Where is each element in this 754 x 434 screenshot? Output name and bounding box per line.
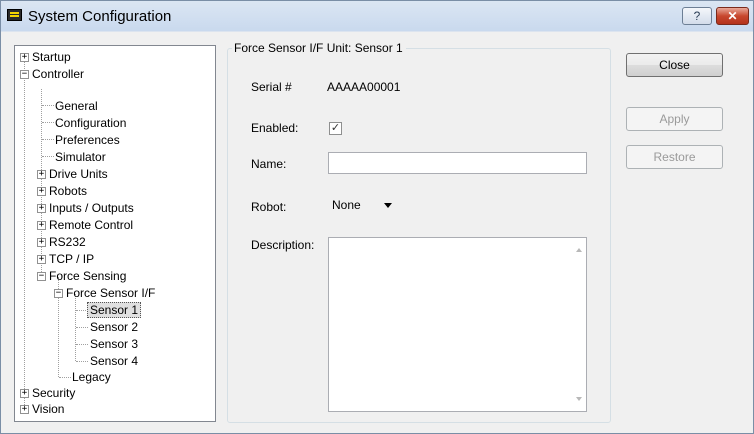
scroll-down-icon[interactable] [576, 397, 582, 401]
tree-item-label: Startup [32, 50, 71, 64]
tree-item-configuration[interactable]: Configuration [53, 115, 128, 131]
tree-item-label: Sensor 1 [87, 302, 142, 318]
expand-icon[interactable]: + [37, 204, 46, 213]
tree-line [24, 56, 25, 409]
name-label: Name: [251, 157, 287, 171]
tree-item-label: Force Sensor I/F [66, 286, 156, 300]
tree-item-preferences[interactable]: Preferences [53, 132, 122, 148]
expand-icon[interactable]: + [37, 255, 46, 264]
tree-item-label: Remote Control [49, 218, 134, 232]
collapse-icon[interactable]: − [54, 289, 63, 298]
robot-selected-value: None [332, 198, 361, 212]
name-input[interactable] [328, 152, 587, 174]
apply-button[interactable]: Apply [626, 107, 723, 131]
expand-icon[interactable]: + [20, 53, 29, 62]
tree-item-sensor-4[interactable]: Sensor 4 [88, 353, 140, 369]
tree-item-drive-units[interactable]: + Drive Units [37, 166, 110, 182]
tree-item-tcp-ip[interactable]: + TCP / IP [37, 251, 96, 267]
tree-item-label: Controller [32, 67, 85, 81]
robot-dropdown[interactable]: None [328, 194, 396, 216]
tree-item-label: Force Sensing [49, 269, 127, 283]
description-label: Description: [251, 238, 315, 252]
restore-button[interactable]: Restore [626, 145, 723, 169]
tree-item-sensor-2[interactable]: Sensor 2 [88, 319, 140, 335]
tree-item-label: Legacy [72, 370, 111, 384]
expand-icon[interactable]: + [20, 405, 29, 414]
close-button[interactable]: Close [626, 53, 723, 77]
tree-item-robots[interactable]: + Robots [37, 183, 89, 199]
tree-line [76, 361, 88, 362]
tree-item-rs232[interactable]: + RS232 [37, 234, 88, 250]
tree-item-label: Sensor 2 [90, 320, 139, 334]
tree-item-sensor-3[interactable]: Sensor 3 [88, 336, 140, 352]
tree-item-sensor-1[interactable]: Sensor 1 [87, 302, 142, 318]
tree-item-label: Inputs / Outputs [49, 201, 134, 215]
enabled-label: Enabled: [251, 121, 299, 135]
tree-item-label: Robots [49, 184, 88, 198]
tree-item-startup[interactable]: + Startup [19, 49, 73, 65]
title-bar: System Configuration ? ✕ [1, 1, 753, 31]
tree-item-controller[interactable]: − Controller [19, 66, 86, 82]
serial-label: Serial # [251, 80, 292, 94]
description-input[interactable] [328, 237, 587, 412]
configuration-tree[interactable]: + Startup − Controller General Configura… [14, 45, 216, 422]
tree-item-label: Sensor 4 [90, 354, 139, 368]
tree-item-force-sensor-if[interactable]: − Force Sensor I/F [54, 285, 157, 301]
tree-item-legacy[interactable]: Legacy [70, 369, 113, 385]
tree-item-simulator[interactable]: Simulator [53, 149, 108, 165]
tree-item-label: Simulator [55, 150, 106, 164]
tree-item-label: RS232 [49, 235, 86, 249]
group-title: Force Sensor I/F Unit: Sensor 1 [232, 41, 406, 55]
tree-item-label: Configuration [55, 116, 127, 130]
tree-item-label: General [55, 99, 98, 113]
tree-item-label: Security [32, 386, 76, 400]
enabled-checkbox[interactable]: ✓ [329, 122, 342, 135]
system-configuration-window: System Configuration ? ✕ + Startup − Con… [0, 0, 754, 434]
tree-item-label: Drive Units [49, 167, 108, 181]
help-button[interactable]: ? [682, 7, 712, 25]
serial-value: AAAAA00001 [327, 80, 401, 94]
expand-icon[interactable]: + [37, 221, 46, 230]
tree-item-label: Sensor 3 [90, 337, 139, 351]
tree-line [76, 344, 88, 345]
tree-item-general[interactable]: General [53, 98, 100, 114]
expand-icon[interactable]: + [37, 170, 46, 179]
tree-item-inputs-outputs[interactable]: + Inputs / Outputs [37, 200, 136, 216]
expand-icon[interactable]: + [20, 389, 29, 398]
expand-icon[interactable]: + [37, 238, 46, 247]
tree-item-security[interactable]: + Security [19, 385, 77, 401]
collapse-icon[interactable]: − [37, 272, 46, 281]
tree-item-label: Vision [32, 402, 65, 416]
tree-item-force-sensing[interactable]: − Force Sensing [37, 268, 128, 284]
tree-item-remote-control[interactable]: + Remote Control [37, 217, 135, 233]
tree-item-vision[interactable]: + Vision [19, 401, 66, 417]
chevron-down-icon [384, 203, 392, 208]
tree-item-label: TCP / IP [49, 252, 95, 266]
window-title: System Configuration [28, 8, 172, 25]
dialog-client-area: + Startup − Controller General Configura… [2, 32, 752, 432]
collapse-icon[interactable]: − [20, 70, 29, 79]
tree-item-label: Preferences [55, 133, 120, 147]
app-icon [7, 9, 22, 21]
expand-icon[interactable]: + [37, 187, 46, 196]
window-close-button[interactable]: ✕ [716, 7, 749, 25]
robot-label: Robot: [251, 200, 287, 214]
scroll-up-icon[interactable] [576, 248, 582, 252]
tree-line [76, 327, 88, 328]
